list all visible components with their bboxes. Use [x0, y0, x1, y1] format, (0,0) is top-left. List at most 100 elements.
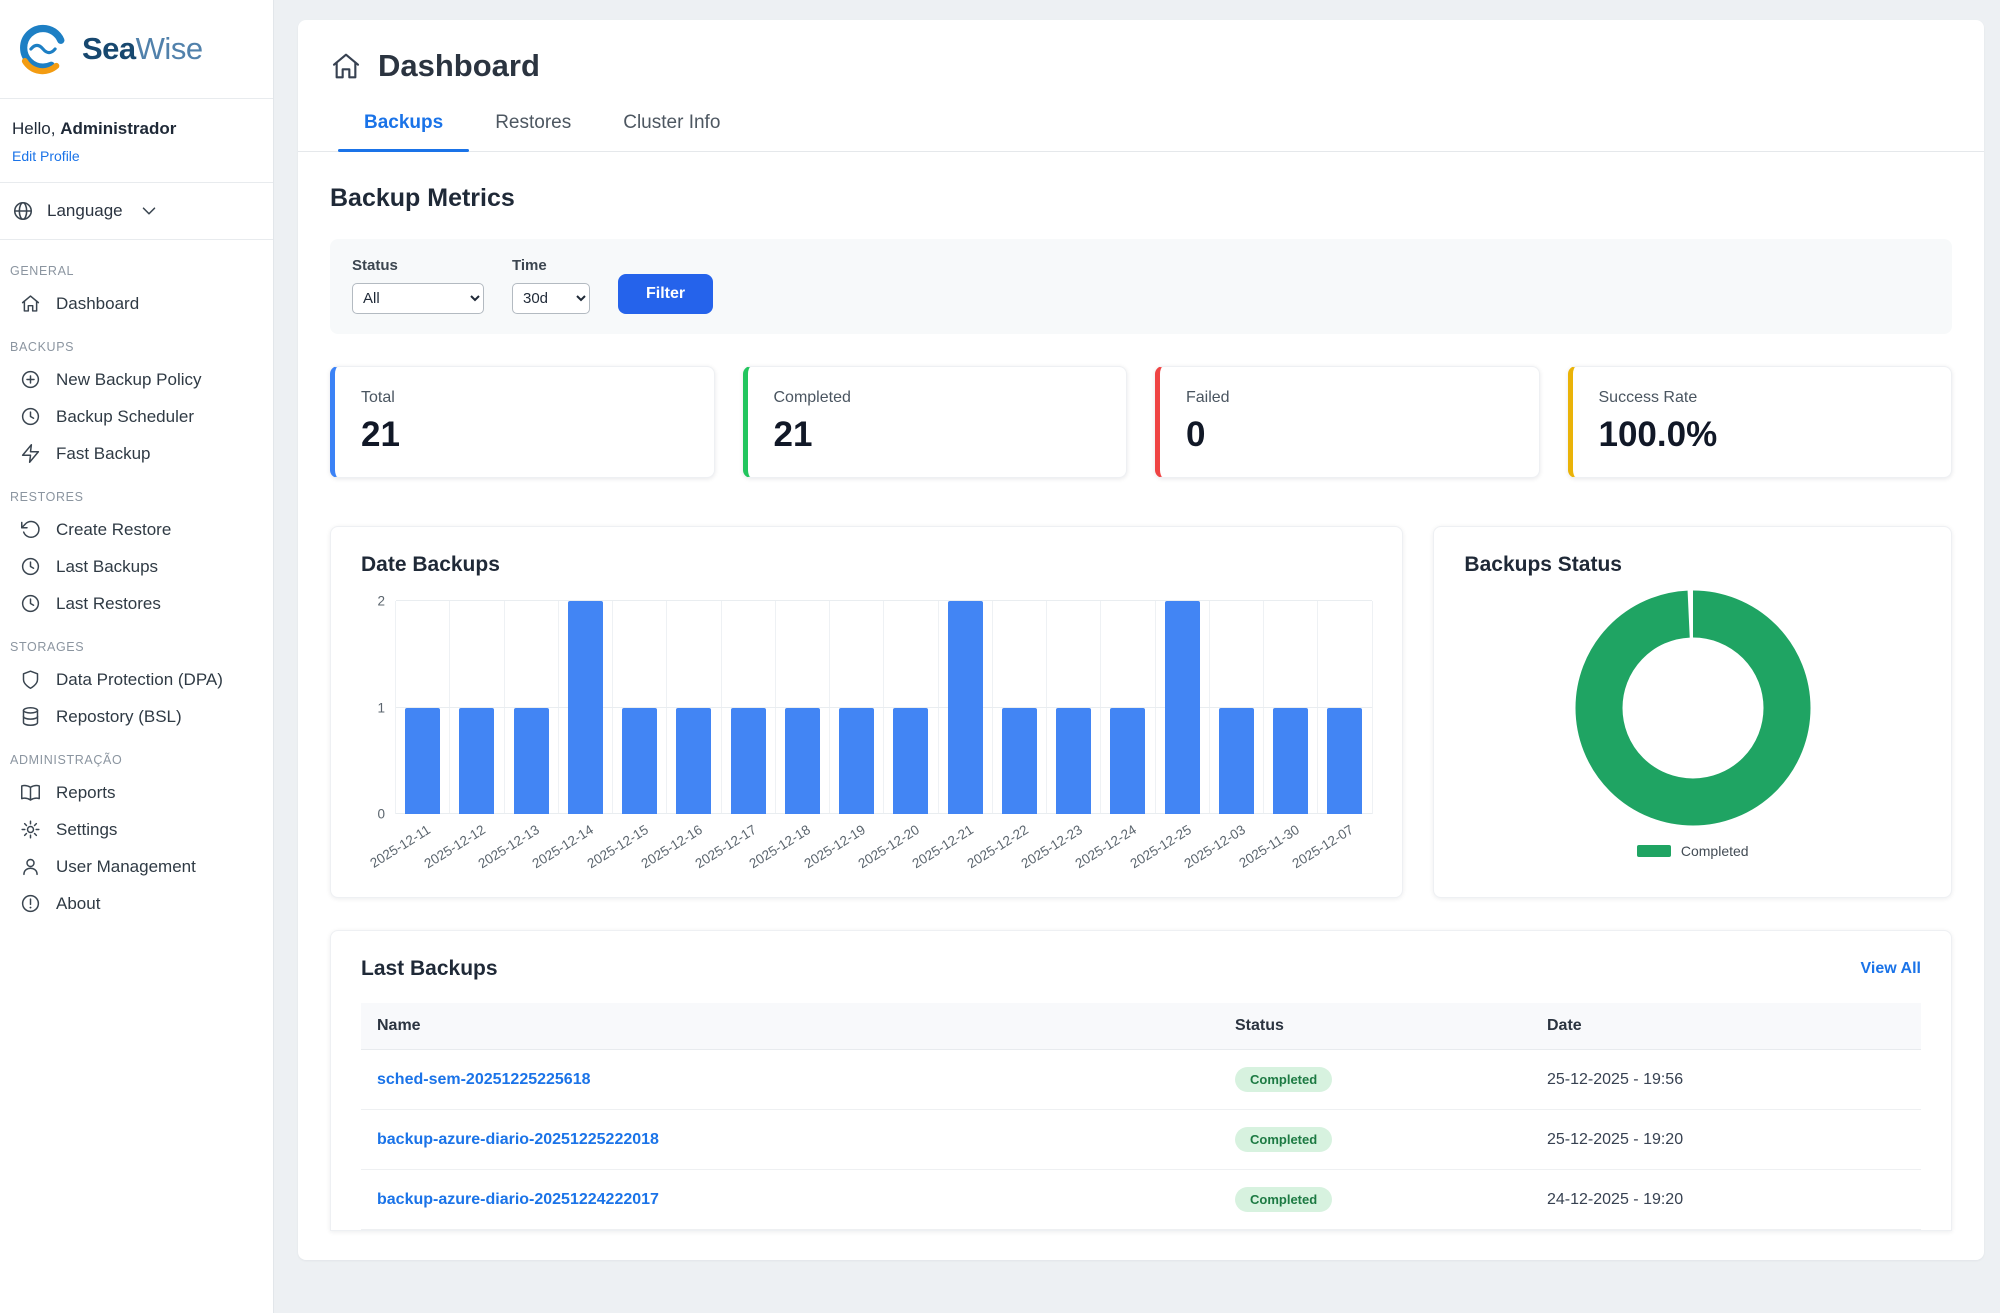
- sidebar-item-dashboard[interactable]: Dashboard: [0, 285, 273, 322]
- database-icon: [20, 706, 41, 727]
- donut-ring: [1574, 589, 1812, 827]
- user-icon: [20, 856, 41, 877]
- backup-date: 25-12-2025 - 19:56: [1531, 1050, 1921, 1110]
- column-header-name: Name: [361, 1003, 1219, 1050]
- time-label: Time: [512, 257, 590, 274]
- sidebar-item-fast-backup[interactable]: Fast Backup: [0, 435, 273, 472]
- time-select[interactable]: 30d: [512, 283, 590, 314]
- metric-card-failed: Failed 0: [1155, 366, 1540, 478]
- metric-value: 21: [361, 415, 688, 455]
- gear-icon: [20, 819, 41, 840]
- bar-2025-12-25: [1165, 601, 1200, 814]
- x-tick-label: 2025-12-11: [368, 822, 434, 871]
- backup-date: 25-12-2025 - 19:20: [1531, 1110, 1921, 1170]
- status-badge: Completed: [1235, 1127, 1332, 1152]
- tab-bar: BackupsRestoresCluster Info: [298, 112, 1984, 152]
- logo-text-sea: Sea: [82, 31, 136, 66]
- book-icon: [20, 782, 41, 803]
- y-axis: 012: [361, 601, 395, 814]
- bar-slot: [559, 601, 613, 814]
- bar-2025-12-23: [1056, 708, 1091, 815]
- date-backups-title: Date Backups: [361, 553, 1372, 577]
- bar-slot: [1318, 601, 1372, 814]
- sidebar-item-settings[interactable]: Settings: [0, 811, 273, 848]
- logo-text-wise: Wise: [136, 31, 203, 66]
- status-filter-field: Status All: [352, 257, 484, 314]
- filter-bar: Status All Time 30d Filter: [330, 239, 1952, 334]
- bar-2025-11-30: [1273, 708, 1308, 815]
- page-title: Dashboard: [378, 48, 540, 84]
- status-select[interactable]: All: [352, 283, 484, 314]
- greeting-text: Hello, Administrador: [12, 119, 261, 139]
- globe-icon: [12, 200, 34, 222]
- backup-name-link[interactable]: backup-azure-diario-20251224222017: [377, 1191, 659, 1208]
- sidebar-item-label: Settings: [56, 820, 117, 840]
- sidebar-item-label: Last Restores: [56, 594, 161, 614]
- plus-circle-icon: [20, 369, 41, 390]
- metric-label: Total: [361, 389, 688, 407]
- sidebar-item-repostory-bsl[interactable]: Repostory (BSL): [0, 698, 273, 735]
- charts-row: Date Backups 012 2025-12-112025-12-12202…: [330, 526, 1952, 898]
- nav-section-label-restores: RESTORES: [0, 472, 273, 511]
- bar-slot: [776, 601, 830, 814]
- sidebar-item-about[interactable]: About: [0, 885, 273, 922]
- bar-2025-12-03: [1219, 708, 1254, 815]
- tab-backups[interactable]: Backups: [338, 112, 469, 151]
- status-label: Status: [352, 257, 484, 274]
- bar-plot-area: [395, 601, 1372, 814]
- filter-button[interactable]: Filter: [618, 274, 713, 314]
- backup-name-link[interactable]: sched-sem-20251225225618: [377, 1071, 591, 1088]
- bar-slot: [1264, 601, 1318, 814]
- y-tick-label: 1: [377, 700, 385, 715]
- logo-text: SeaWise: [82, 31, 203, 67]
- y-tick-label: 0: [377, 807, 385, 822]
- info-icon: [20, 893, 41, 914]
- nav-section-label-administra-o: ADMINISTRAÇÃO: [0, 735, 273, 774]
- sidebar-item-label: Backup Scheduler: [56, 407, 194, 427]
- home-icon: [330, 50, 362, 82]
- donut-legend: Completed: [1637, 843, 1749, 859]
- nav-section-label-general: GENERAL: [0, 246, 273, 285]
- metric-value: 0: [1186, 415, 1513, 455]
- sidebar-item-label: Dashboard: [56, 294, 139, 314]
- metric-label: Success Rate: [1599, 389, 1926, 407]
- page-header: Dashboard: [298, 48, 1984, 84]
- view-all-link[interactable]: View All: [1861, 960, 1921, 978]
- language-selector[interactable]: Language: [0, 183, 273, 239]
- sidebar-item-label: Fast Backup: [56, 444, 151, 464]
- metric-label: Failed: [1186, 389, 1513, 407]
- edit-profile-link[interactable]: Edit Profile: [12, 148, 80, 164]
- restore-icon: [20, 519, 41, 540]
- main-area: Dashboard BackupsRestoresCluster Info Ba…: [274, 0, 2000, 1313]
- nav-section-label-storages: STORAGES: [0, 622, 273, 661]
- bar-slot: [1156, 601, 1210, 814]
- bar-slot: [505, 601, 559, 814]
- bar-2025-12-17: [731, 708, 766, 815]
- sidebar-item-last-restores[interactable]: Last Restores: [0, 585, 273, 622]
- sidebar-item-new-backup-policy[interactable]: New Backup Policy: [0, 361, 273, 398]
- sidebar-item-label: Create Restore: [56, 520, 171, 540]
- clock-icon: [20, 593, 41, 614]
- sidebar-item-create-restore[interactable]: Create Restore: [0, 511, 273, 548]
- backup-name-link[interactable]: backup-azure-diario-20251225222018: [377, 1131, 659, 1148]
- bar-slot: [939, 601, 993, 814]
- last-backups-header: Last Backups View All: [361, 957, 1921, 981]
- metric-card-success-rate: Success Rate100.0%: [1568, 366, 1953, 478]
- tab-restores[interactable]: Restores: [469, 112, 597, 151]
- nav-section-label-backups: BACKUPS: [0, 322, 273, 361]
- sidebar-item-reports[interactable]: Reports: [0, 774, 273, 811]
- bar-slot: [993, 601, 1047, 814]
- bar-slot: [613, 601, 667, 814]
- tab-cluster-info[interactable]: Cluster Info: [597, 112, 746, 151]
- sidebar-item-data-protection-dpa[interactable]: Data Protection (DPA): [0, 661, 273, 698]
- date-backups-card: Date Backups 012 2025-12-112025-12-12202…: [330, 526, 1403, 898]
- sidebar-item-label: About: [56, 894, 100, 914]
- bar-2025-12-07: [1327, 708, 1362, 815]
- sidebar-item-user-management[interactable]: User Management: [0, 848, 273, 885]
- metric-label: Completed: [774, 389, 1101, 407]
- sidebar-item-backup-scheduler[interactable]: Backup Scheduler: [0, 398, 273, 435]
- sidebar-item-label: Last Backups: [56, 557, 158, 577]
- shield-icon: [20, 669, 41, 690]
- gridline: [396, 600, 1372, 601]
- sidebar-item-last-backups[interactable]: Last Backups: [0, 548, 273, 585]
